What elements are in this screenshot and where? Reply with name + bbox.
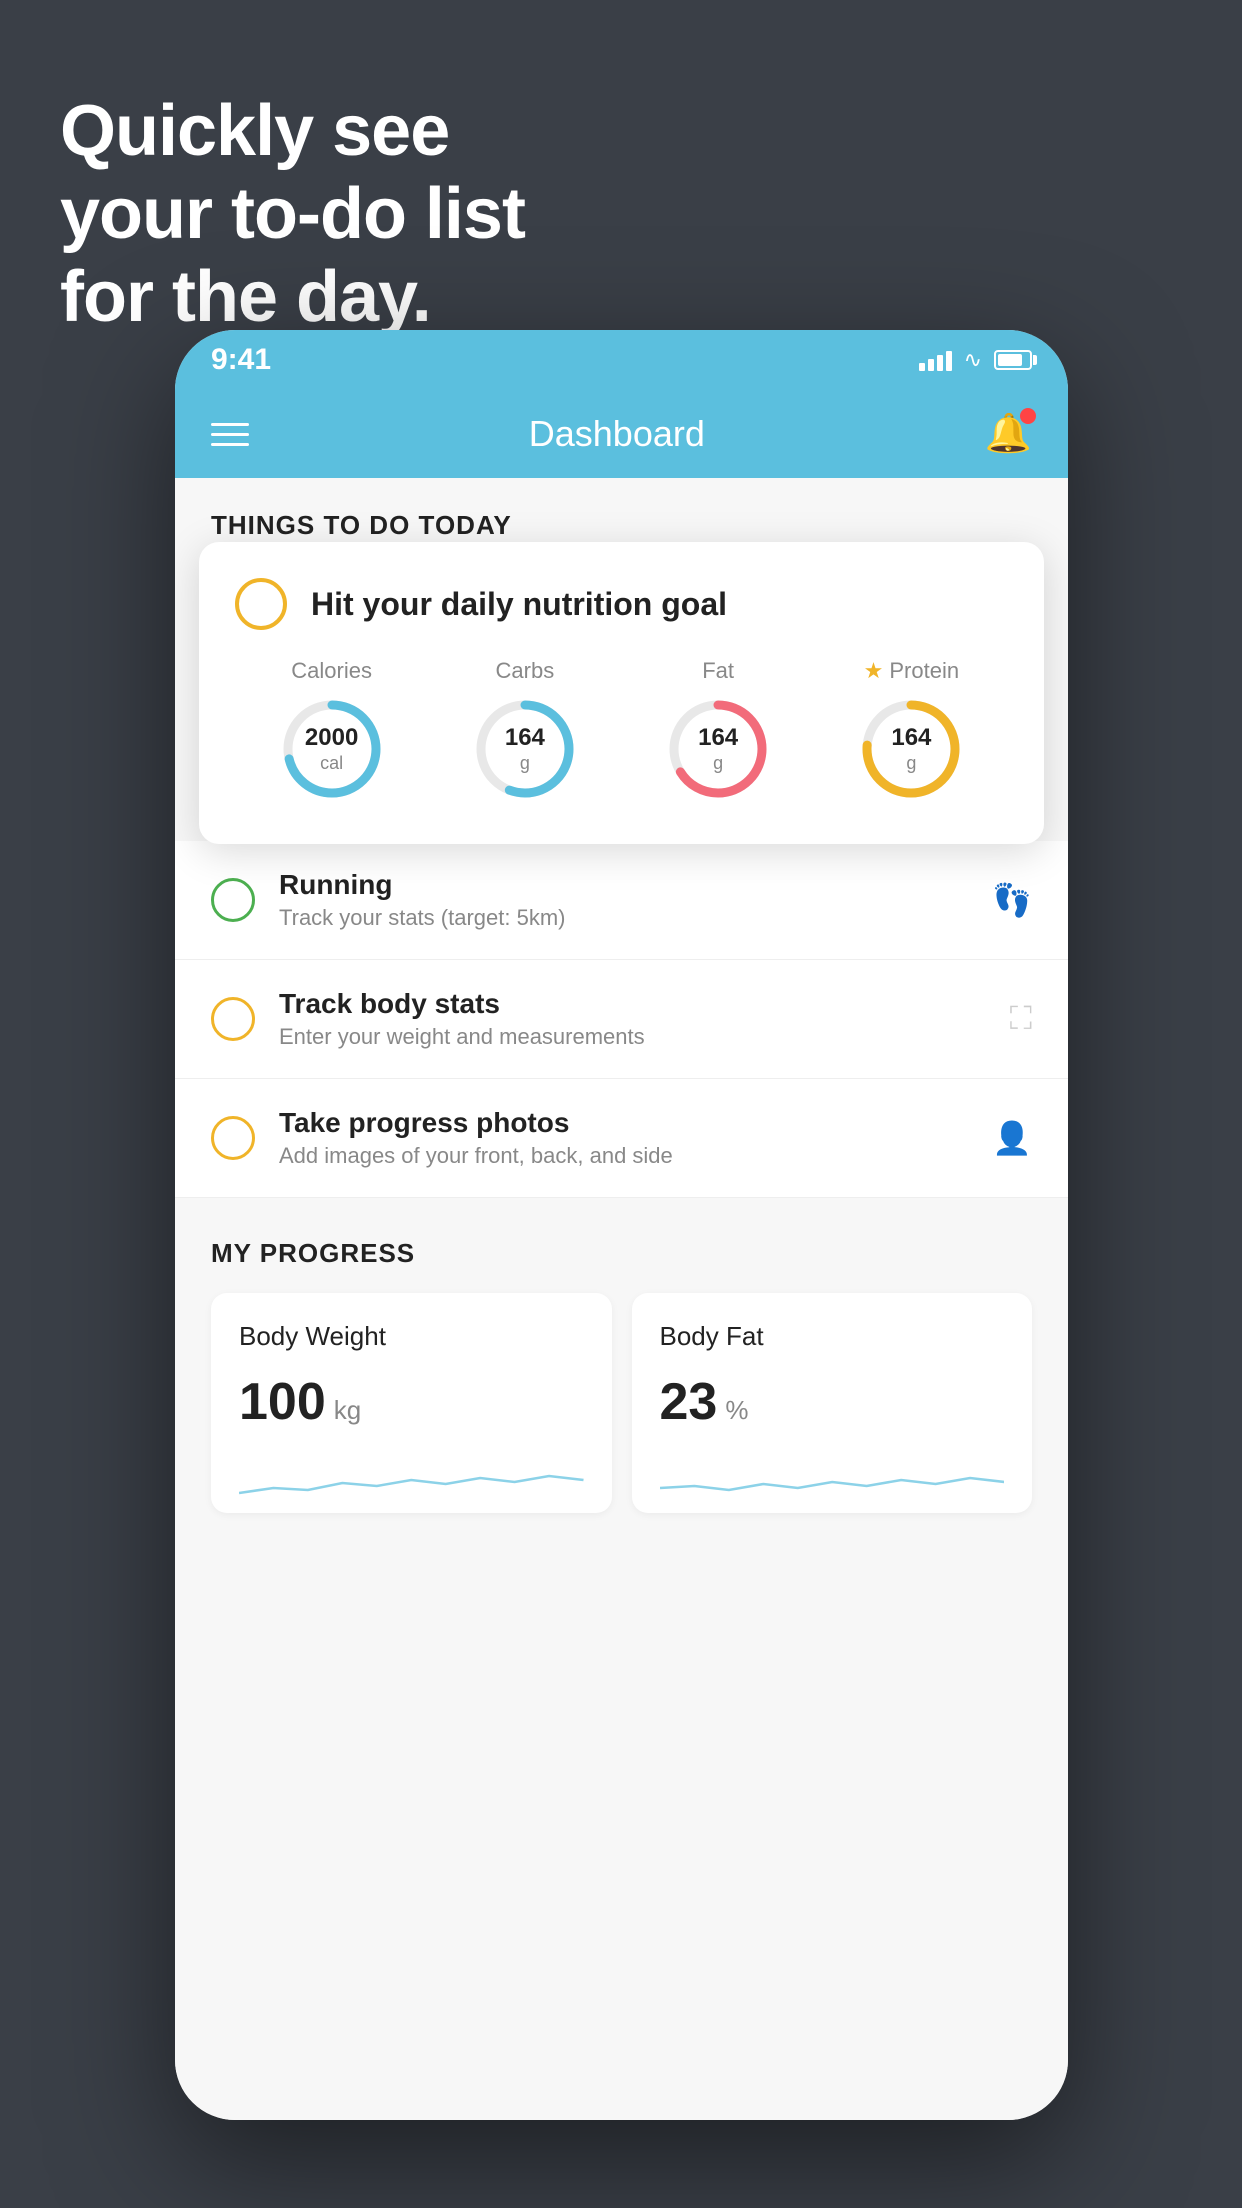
todo-desc-bodystats: Enter your weight and measurements [279,1024,986,1050]
todo-text-running: Running Track your stats (target: 5km) [279,869,968,931]
stat-label-protein: ★ Protein [864,658,959,684]
donut-val-calories: 2000 [305,724,358,753]
wifi-icon: ∿ [964,347,982,373]
nutrition-stats: Calories 2000 cal Carbs [235,658,1008,804]
featured-card-header: Hit your daily nutrition goal [235,578,1008,630]
stat-label-fat: Fat [702,658,734,684]
donut-carbs: 164 g [470,694,580,804]
signal-icon [919,349,952,371]
featured-title: Hit your daily nutrition goal [311,586,727,623]
shoe-icon: 👣 [992,881,1032,919]
donut-fat: 164 g [663,694,773,804]
battery-icon [994,350,1032,370]
stat-calories: Calories 2000 cal [277,658,387,804]
headline-line1: Quickly see [60,90,525,173]
stat-carbs: Carbs 164 g [470,658,580,804]
progress-cards: Body Weight 100 kg Body Fat 23 % [211,1293,1032,1513]
todo-item-photos[interactable]: Take progress photos Add images of your … [175,1079,1068,1198]
todo-circle-bodystats [211,997,255,1041]
featured-check-circle[interactable] [235,578,287,630]
progress-unit-fat: % [725,1395,748,1426]
stat-protein: ★ Protein 164 g [856,658,966,804]
todo-item-bodystats[interactable]: Track body stats Enter your weight and m… [175,960,1068,1079]
stat-fat: Fat 164 g [663,658,773,804]
progress-value-fat: 23 [660,1372,718,1432]
progress-card-title-fat: Body Fat [660,1321,1005,1352]
progress-section: MY PROGRESS Body Weight 100 kg Body Fat [175,1198,1068,1533]
todo-name-photos: Take progress photos [279,1107,968,1139]
progress-card-title-weight: Body Weight [239,1321,584,1352]
todo-circle-photos [211,1116,255,1160]
phone-frame: 9:41 ∿ Dashboard 🔔 THINGS TO DO TODAY [175,330,1068,2120]
star-icon: ★ [864,658,884,684]
progress-unit-weight: kg [334,1395,361,1426]
progress-card-weight[interactable]: Body Weight 100 kg [211,1293,612,1513]
progress-title: MY PROGRESS [211,1238,1032,1269]
todo-desc-running: Track your stats (target: 5km) [279,905,968,931]
todo-circle-running [211,878,255,922]
headline-line3: for the day. [60,256,525,339]
header-title: Dashboard [529,413,705,455]
status-icons: ∿ [919,347,1032,373]
donut-protein: 164 g [856,694,966,804]
progress-value-wrap-weight: 100 kg [239,1372,584,1432]
person-icon: 👤 [992,1119,1032,1157]
headline: Quickly see your to-do list for the day. [60,90,525,338]
donut-val-carbs: 164 [505,724,545,753]
fat-wave-chart [660,1448,1005,1508]
stat-label-calories: Calories [291,658,372,684]
todo-name-running: Running [279,869,968,901]
featured-card: Hit your daily nutrition goal Calories 2… [199,542,1044,844]
app-content: THINGS TO DO TODAY Hit your daily nutrit… [175,478,1068,2120]
progress-card-fat[interactable]: Body Fat 23 % [632,1293,1033,1513]
notification-badge [1020,408,1036,424]
status-time: 9:41 [211,343,271,377]
weight-wave-chart [239,1448,584,1508]
stat-label-carbs: Carbs [496,658,555,684]
todo-text-bodystats: Track body stats Enter your weight and m… [279,988,986,1050]
todo-item-running[interactable]: Running Track your stats (target: 5km) 👣 [175,841,1068,960]
todo-name-bodystats: Track body stats [279,988,986,1020]
donut-val-protein: 164 [891,724,931,753]
todo-list: Running Track your stats (target: 5km) 👣… [175,841,1068,1198]
app-header: Dashboard 🔔 [175,390,1068,478]
donut-val-fat: 164 [698,724,738,753]
notification-button[interactable]: 🔔 [985,412,1032,456]
scale-icon: ⛶ [1010,1000,1032,1038]
menu-button[interactable] [211,423,249,446]
todo-desc-photos: Add images of your front, back, and side [279,1143,968,1169]
todo-text-photos: Take progress photos Add images of your … [279,1107,968,1169]
progress-value-wrap-fat: 23 % [660,1372,1005,1432]
things-section-title: THINGS TO DO TODAY [211,510,512,540]
status-bar: 9:41 ∿ [175,330,1068,390]
progress-value-weight: 100 [239,1372,326,1432]
donut-calories: 2000 cal [277,694,387,804]
headline-line2: your to-do list [60,173,525,256]
